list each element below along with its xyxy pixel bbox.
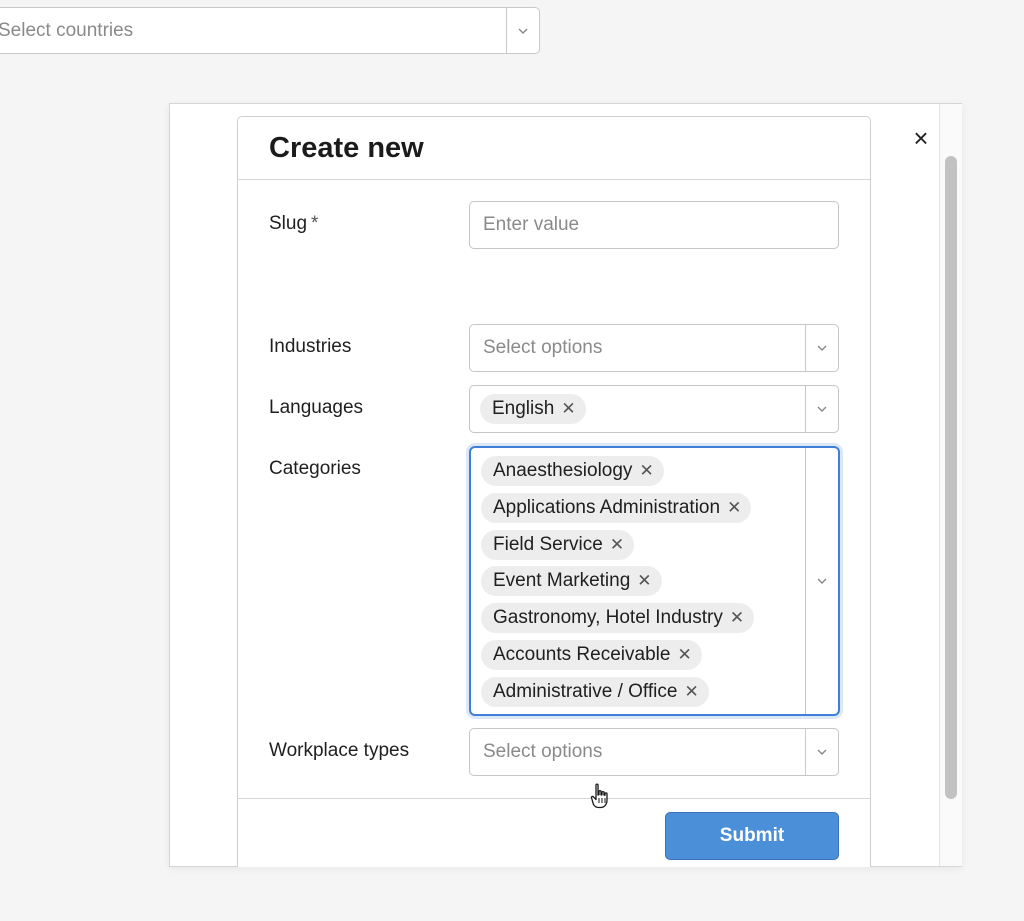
x-icon[interactable]: ✕ <box>730 608 744 628</box>
industries-label: Industries <box>269 336 352 357</box>
x-icon[interactable]: ✕ <box>684 682 698 702</box>
x-icon[interactable]: ✕ <box>727 498 741 518</box>
categories-chips: Anaesthesiology ✕ Applications Administr… <box>481 456 801 707</box>
languages-label: Languages <box>269 397 364 418</box>
workplace-types-label: Workplace types <box>269 740 410 761</box>
chip-label: English <box>492 398 555 419</box>
chip-english: English ✕ <box>480 394 586 424</box>
card-header: Create new <box>238 117 870 180</box>
categories-label: Categories <box>269 458 361 479</box>
chip-category: Gastronomy, Hotel Industry ✕ <box>481 603 755 634</box>
chip-category: Accounts Receivable ✕ <box>481 639 702 670</box>
chevron-down-icon[interactable] <box>805 325 838 371</box>
chip-label: Applications Administration <box>493 496 721 518</box>
chip-label: Administrative / Office <box>493 680 678 702</box>
chevron-down-icon[interactable] <box>506 8 539 53</box>
countries-placeholder: Select countries <box>0 19 134 41</box>
chip-category: Anaesthesiology ✕ <box>481 456 664 486</box>
chip-category: Applications Administration ✕ <box>481 492 752 523</box>
chip-category: Field Service ✕ <box>481 529 635 560</box>
footer-divider <box>238 798 870 799</box>
chip-label: Event Marketing <box>493 570 631 592</box>
slug-label-text: Slug <box>269 213 308 234</box>
x-icon[interactable]: ✕ <box>677 645 691 665</box>
x-icon[interactable]: ✕ <box>610 535 624 555</box>
hand-pointer-icon <box>590 783 608 809</box>
chip-label: Gastronomy, Hotel Industry <box>493 607 723 629</box>
submit-button[interactable]: Submit <box>665 812 839 860</box>
required-mark: * <box>311 213 319 234</box>
chip-label: Field Service <box>493 533 603 555</box>
chip-category: Event Marketing ✕ <box>481 566 662 597</box>
slug-input[interactable]: Enter value <box>469 201 839 249</box>
slug-label: Slug * <box>269 213 318 235</box>
languages-chips: English ✕ <box>470 394 805 424</box>
languages-select[interactable]: English ✕ <box>469 385 839 433</box>
workplace-types-select[interactable]: Select options <box>469 728 839 776</box>
categories-select[interactable]: Anaesthesiology ✕ Applications Administr… <box>469 446 840 716</box>
industries-select[interactable]: Select options <box>469 324 839 372</box>
chevron-down-icon[interactable] <box>805 448 838 714</box>
chevron-down-icon[interactable] <box>805 729 838 775</box>
page-title: Create new <box>269 131 424 164</box>
scrollbar-thumb[interactable] <box>945 156 957 799</box>
countries-select[interactable]: Select countries <box>0 7 540 54</box>
chip-label: Anaesthesiology <box>493 460 633 481</box>
workplace-types-placeholder: Select options <box>483 741 603 762</box>
chevron-down-icon[interactable] <box>805 386 838 432</box>
slug-placeholder: Enter value <box>483 214 580 235</box>
x-icon[interactable]: ✕ <box>637 571 651 591</box>
chip-category: Administrative / Office ✕ <box>481 676 709 707</box>
chip-label: Accounts Receivable <box>493 643 671 665</box>
x-icon[interactable]: ✕ <box>561 399 575 419</box>
close-icon[interactable]: × <box>908 123 934 153</box>
x-icon[interactable]: ✕ <box>639 461 653 481</box>
industries-placeholder: Select options <box>483 337 603 358</box>
